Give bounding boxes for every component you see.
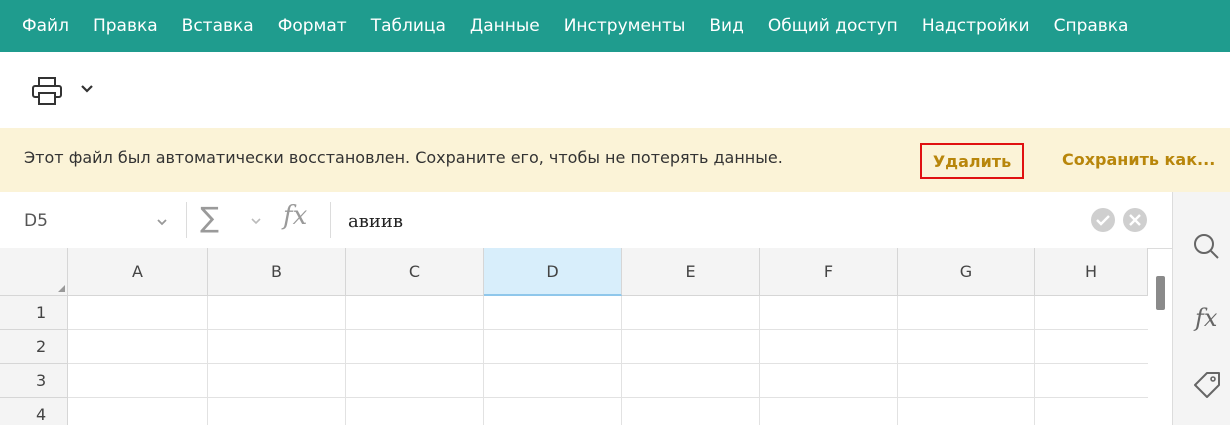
recovery-notice-text: Этот файл был автоматически восстановлен… bbox=[24, 148, 783, 167]
row-header-1[interactable]: 1 bbox=[0, 296, 68, 330]
column-header-g[interactable]: G bbox=[898, 248, 1035, 296]
tag-icon[interactable] bbox=[1192, 370, 1222, 400]
menu-insert[interactable]: Вставка bbox=[182, 16, 254, 36]
function-icon[interactable]: fx bbox=[1195, 304, 1217, 332]
menu-file[interactable]: Файл bbox=[22, 16, 69, 36]
confirm-icon[interactable] bbox=[1090, 207, 1116, 233]
column-header-e[interactable]: E bbox=[622, 248, 760, 296]
menu-sharing[interactable]: Общий доступ bbox=[768, 16, 898, 36]
spreadsheet-grid: A B C D E F G H 1 2 3 4 bbox=[0, 248, 1148, 425]
menu-edit[interactable]: Правка bbox=[93, 16, 158, 36]
column-line bbox=[483, 296, 484, 425]
search-icon[interactable] bbox=[1192, 232, 1220, 260]
row-line bbox=[68, 397, 1148, 398]
row-line bbox=[68, 363, 1148, 364]
column-header-d[interactable]: D bbox=[484, 248, 622, 296]
menu-format[interactable]: Формат bbox=[278, 16, 347, 36]
column-header-a[interactable]: A bbox=[68, 248, 208, 296]
vertical-scrollbar[interactable] bbox=[1156, 276, 1165, 310]
column-line bbox=[897, 296, 898, 425]
sum-icon[interactable]: ∑ bbox=[200, 203, 219, 233]
row-header-3[interactable]: 3 bbox=[0, 364, 68, 398]
formula-input[interactable]: авиив bbox=[348, 211, 403, 232]
printer-icon[interactable] bbox=[30, 76, 64, 106]
delete-button[interactable]: Удалить bbox=[920, 143, 1024, 179]
chevron-down-icon[interactable] bbox=[155, 215, 169, 229]
cancel-icon[interactable] bbox=[1122, 207, 1148, 233]
divider bbox=[186, 202, 187, 238]
column-header-f[interactable]: F bbox=[760, 248, 898, 296]
column-header-c[interactable]: C bbox=[346, 248, 484, 296]
menu-view[interactable]: Вид bbox=[709, 16, 743, 36]
formula-bar bbox=[0, 192, 1172, 249]
cell-reference-field[interactable]: D5 bbox=[24, 211, 48, 231]
menu-addons[interactable]: Надстройки bbox=[922, 16, 1030, 36]
menu-tools[interactable]: Инструменты bbox=[564, 16, 686, 36]
column-header-b[interactable]: B bbox=[208, 248, 346, 296]
select-all-triangle bbox=[58, 285, 65, 292]
function-icon[interactable]: fx bbox=[283, 201, 307, 231]
menu-help[interactable]: Справка bbox=[1054, 16, 1129, 36]
toolbar bbox=[0, 52, 1230, 128]
divider bbox=[330, 202, 331, 238]
menu-table[interactable]: Таблица bbox=[371, 16, 446, 36]
row-line bbox=[68, 329, 1148, 330]
chevron-down-icon[interactable] bbox=[80, 82, 94, 96]
menu-bar: Файл Правка Вставка Формат Таблица Данны… bbox=[0, 0, 1230, 52]
row-header-2[interactable]: 2 bbox=[0, 330, 68, 364]
column-line bbox=[207, 296, 208, 425]
chevron-down-icon[interactable] bbox=[250, 215, 262, 227]
menu-data[interactable]: Данные bbox=[470, 16, 540, 36]
column-line bbox=[345, 296, 346, 425]
column-line bbox=[621, 296, 622, 425]
column-line bbox=[1034, 296, 1035, 425]
column-line bbox=[759, 296, 760, 425]
column-header-h[interactable]: H bbox=[1035, 248, 1148, 296]
save-as-button[interactable]: Сохранить как... bbox=[1062, 150, 1215, 169]
row-header-4[interactable]: 4 bbox=[0, 398, 68, 425]
